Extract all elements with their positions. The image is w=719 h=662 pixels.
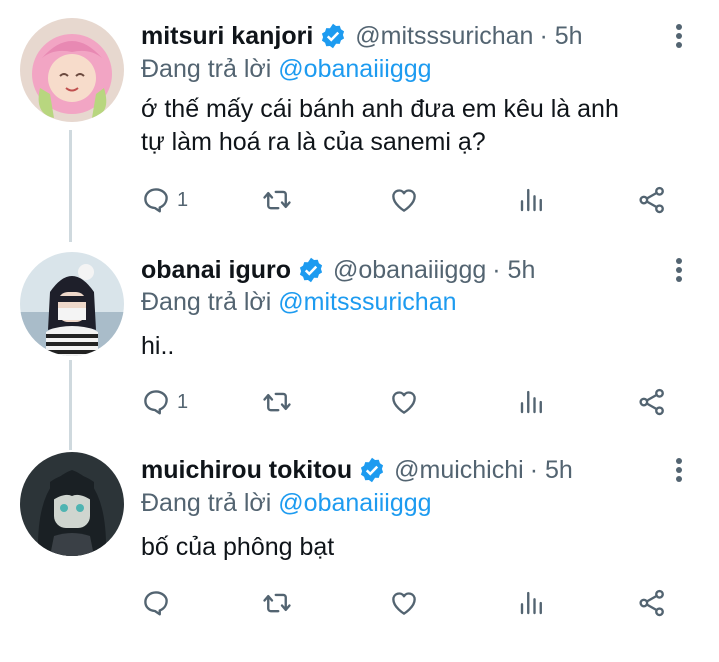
share-icon: [639, 388, 664, 416]
reply-count: 1: [177, 188, 189, 211]
analytics-button[interactable]: [517, 587, 547, 619]
replying-to: Đang trả lời @mitsssurichan: [141, 288, 457, 316]
like-button[interactable]: [389, 386, 419, 418]
reply-icon: [144, 591, 168, 616]
handle[interactable]: @muichichi: [394, 456, 524, 485]
verified-badge-icon: [322, 23, 345, 49]
action-bar: 1: [141, 386, 681, 418]
more-options-icon[interactable]: [675, 258, 683, 285]
mention-link[interactable]: @obanaiiiggg: [278, 55, 431, 83]
tweet-3[interactable]: muichirou tokitou @muichichi · 5h Đang t…: [0, 452, 719, 662]
analytics-button[interactable]: [517, 386, 547, 418]
more-options-icon[interactable]: [675, 458, 683, 485]
share-button[interactable]: [637, 587, 667, 619]
share-icon: [639, 589, 664, 617]
analytics-icon: [520, 390, 542, 414]
more-options-icon[interactable]: [675, 24, 683, 51]
analytics-icon: [520, 591, 542, 615]
reply-button[interactable]: 1: [141, 386, 188, 418]
timestamp[interactable]: · 5h: [530, 456, 573, 485]
share-icon: [639, 186, 664, 214]
action-bar: 1: [141, 184, 681, 216]
heart-icon: [392, 592, 416, 615]
retweet-icon: [263, 190, 291, 210]
retweet-button[interactable]: [262, 184, 292, 216]
handle[interactable]: @mitsssurichan: [355, 22, 533, 51]
tweet-text: bố của phông bạt: [141, 533, 335, 561]
avatar[interactable]: [20, 452, 124, 556]
reply-count: 1: [177, 390, 189, 413]
retweet-button[interactable]: [262, 587, 292, 619]
verified-badge-icon: [299, 257, 323, 283]
reply-button[interactable]: 1: [141, 184, 188, 216]
avatar[interactable]: [20, 252, 124, 356]
reply-icon: [144, 188, 168, 213]
heart-icon: [392, 189, 416, 212]
tweet-text: hi..: [141, 332, 175, 360]
analytics-button[interactable]: [517, 184, 547, 216]
like-button[interactable]: [389, 587, 419, 619]
replying-to: Đang trả lời @obanaiiiggg: [141, 55, 432, 83]
replying-to: Đang trả lời @obanaiiiggg: [141, 489, 432, 517]
display-name[interactable]: mitsuri kanjori: [141, 22, 313, 51]
retweet-icon: [263, 392, 291, 412]
analytics-icon: [520, 188, 542, 212]
verified-badge-icon: [361, 457, 384, 483]
timestamp[interactable]: · 5h: [539, 22, 582, 51]
retweet-icon: [263, 593, 291, 613]
reply-button[interactable]: [141, 587, 177, 619]
share-button[interactable]: [637, 184, 667, 216]
reply-icon: [144, 390, 168, 415]
retweet-button[interactable]: [262, 386, 292, 418]
tweet-1[interactable]: mitsuri kanjori @mitsssurichan · 5h Đang…: [0, 18, 719, 228]
heart-icon: [392, 391, 416, 414]
action-bar: [141, 587, 681, 619]
display-name[interactable]: muichirou tokitou: [141, 456, 352, 485]
tweet-2[interactable]: obanai iguro @obanaiiiggg · 5h Đang trả …: [0, 252, 719, 462]
mention-link[interactable]: @mitsssurichan: [278, 288, 456, 316]
share-button[interactable]: [637, 386, 667, 418]
like-button[interactable]: [389, 184, 419, 216]
display-name[interactable]: obanai iguro: [141, 256, 291, 285]
avatar[interactable]: [20, 18, 124, 122]
tweet-text: ớ thế mấy cái bánh anh đưa em kêu là anh…: [141, 95, 619, 156]
handle[interactable]: @obanaiiiggg: [333, 256, 486, 285]
timestamp[interactable]: · 5h: [492, 256, 535, 285]
mention-link[interactable]: @obanaiiiggg: [278, 489, 431, 517]
